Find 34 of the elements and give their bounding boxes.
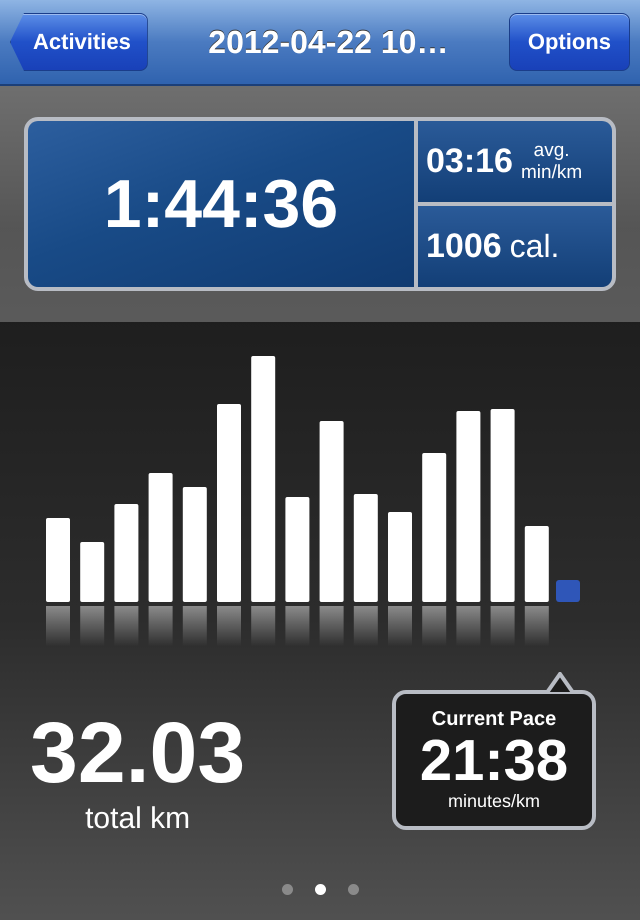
chart-bar	[80, 542, 104, 602]
pace-unit-label: avg.	[534, 140, 570, 162]
current-pace-value: 21:38	[420, 730, 568, 792]
bar-reflection	[354, 606, 378, 646]
options-button[interactable]: Options	[508, 13, 630, 71]
bar-reflection	[456, 606, 480, 646]
distance-unit: total km	[85, 802, 190, 836]
bar-reflection	[490, 606, 515, 646]
calories-value: 1006	[426, 227, 502, 266]
current-bar	[556, 580, 580, 602]
bar-reflection	[251, 606, 276, 646]
bar-reflection	[148, 606, 173, 646]
back-button[interactable]: Activities	[10, 13, 148, 71]
duration-value: 1:44:36	[104, 165, 338, 243]
pace-value: 03:16	[426, 142, 513, 181]
page-dot[interactable]	[314, 884, 326, 895]
nav-title: 2012-04-22 10…	[208, 24, 448, 60]
bar-reflection	[524, 606, 549, 646]
page-dot[interactable]	[348, 884, 358, 895]
current-pace-unit: minutes/km	[448, 791, 540, 812]
bar-reflection	[422, 606, 446, 646]
bar-reflection	[46, 606, 70, 646]
bar-reflection	[114, 606, 138, 646]
bar-reflection	[388, 606, 412, 646]
current-pace-label: Current Pace	[432, 708, 556, 731]
bar-reflection	[217, 606, 241, 646]
pace-unit-label: min/km	[520, 162, 582, 184]
bar-reflection	[320, 606, 344, 646]
calories-unit: cal.	[510, 228, 560, 265]
bar-reflection	[182, 606, 207, 646]
page-dot[interactable]	[282, 884, 292, 895]
bar-reflection	[80, 606, 104, 646]
bar-reflection	[285, 606, 310, 646]
distance-value: 32.03	[30, 710, 246, 796]
